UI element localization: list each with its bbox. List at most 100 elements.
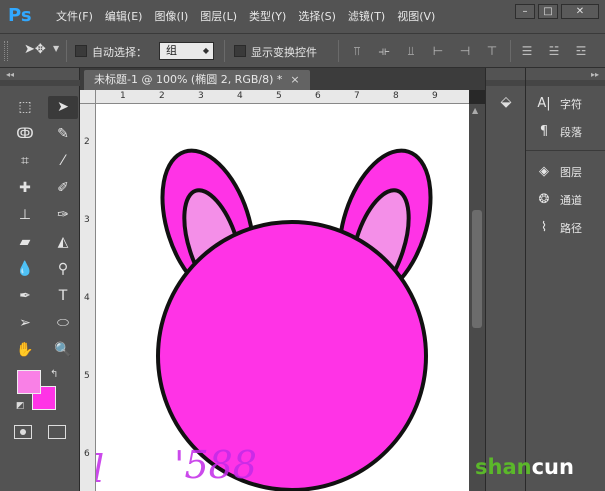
- swap-colors-icon[interactable]: ↰: [50, 369, 58, 380]
- watermark-part: cun: [531, 455, 574, 479]
- document-canvas[interactable]: '588 ll: [96, 104, 469, 491]
- hand-tool-icon[interactable]: ✋: [10, 339, 40, 362]
- panel-paragraph[interactable]: ¶ 段落: [536, 122, 582, 142]
- ruler-label: 6: [315, 91, 321, 101]
- dodge-tool-icon[interactable]: ⚲: [48, 258, 78, 281]
- canvas-scribble: ll: [96, 447, 104, 491]
- ruler-horizontal: 1 2 3 4 5 6 7 8 9: [96, 90, 469, 104]
- ellipse-tool-icon[interactable]: ⬭: [48, 312, 78, 335]
- paint-bucket-tool-icon[interactable]: ◭: [48, 231, 78, 254]
- distribute-top-icon[interactable]: ☰: [520, 44, 534, 58]
- align-right-icon[interactable]: ⊤: [485, 44, 499, 58]
- distribute-bottom-icon[interactable]: ☲: [574, 44, 588, 58]
- ruler-label: 6: [84, 449, 90, 459]
- auto-select-label: 自动选择：: [92, 46, 147, 59]
- ruler-corner[interactable]: [80, 90, 96, 104]
- menu-filter[interactable]: 滤镜(T): [342, 0, 391, 34]
- lasso-tool-icon[interactable]: ↂ: [10, 123, 40, 146]
- ruler-label: 4: [84, 293, 90, 303]
- menu-type[interactable]: 类型(Y): [243, 0, 292, 34]
- screen-mode-icon[interactable]: [48, 425, 66, 439]
- collapsed-panel-dock: ⬙: [485, 68, 526, 491]
- panel-character[interactable]: A| 字符: [536, 94, 582, 114]
- collapse-icon[interactable]: ▸▸: [591, 70, 599, 79]
- move-tool-icon[interactable]: ➤✥: [24, 42, 46, 57]
- options-bar: ➤✥ ▼ 自动选择： 组 ◆ 显示变换控件 ⫪ ⟛ ⫫ ⊢ ⊣ ⊤ ☰ ☱ ☲: [0, 34, 605, 68]
- canvas-text: '588: [174, 443, 257, 487]
- clone-stamp-tool-icon[interactable]: ⊥: [10, 204, 40, 227]
- show-transform-label: 显示变换控件: [251, 46, 317, 59]
- menu-file[interactable]: 文件(F): [50, 0, 99, 34]
- collapse-icon[interactable]: ◂◂: [6, 70, 14, 79]
- document-tab-title: 未标题-1 @ 100% (椭圆 2, RGB/8) *: [94, 73, 283, 86]
- ruler-label: 3: [198, 91, 204, 101]
- panels-dock: ▸▸ A| 字符 ¶ 段落 ◈ 图层 ❂ 通道 ⌇ 路径: [525, 68, 605, 491]
- menu-layer[interactable]: 图层(L): [194, 0, 243, 34]
- panel-header[interactable]: [526, 80, 605, 86]
- align-bottom-icon[interactable]: ⫫: [404, 44, 418, 58]
- history-brush-tool-icon[interactable]: ✑: [48, 204, 78, 227]
- move-tool-icon[interactable]: ➤: [48, 96, 78, 119]
- crop-tool-icon[interactable]: ⌗: [10, 150, 40, 173]
- dropdown-arrow-icon: ◆: [202, 46, 209, 55]
- quick-select-tool-icon[interactable]: ✎: [48, 123, 78, 146]
- panel-label: 通道: [560, 194, 582, 207]
- auto-select-dropdown[interactable]: 组 ◆: [159, 42, 214, 60]
- paragraph-icon: ¶: [539, 124, 549, 139]
- auto-select-checkbox[interactable]: [75, 45, 87, 57]
- vertical-scrollbar[interactable]: ▲: [469, 104, 485, 491]
- blur-tool-icon[interactable]: 💧: [10, 258, 40, 281]
- panel-header[interactable]: [486, 80, 526, 86]
- panel-label: 路径: [560, 222, 582, 235]
- default-colors-icon[interactable]: ◩: [16, 401, 25, 411]
- ruler-label: 3: [84, 215, 90, 225]
- path-select-tool-icon[interactable]: ➢: [10, 312, 40, 335]
- ruler-label: 5: [84, 371, 90, 381]
- scrollbar-thumb[interactable]: [472, 210, 482, 328]
- zoom-tool-icon[interactable]: 🔍: [48, 339, 78, 362]
- menu-bar: Ps 文件(F) 编辑(E) 图像(I) 图层(L) 类型(Y) 选择(S) 滤…: [0, 0, 605, 34]
- healing-brush-tool-icon[interactable]: ✚: [10, 177, 40, 200]
- panel-paths[interactable]: ⌇ 路径: [536, 218, 582, 238]
- brush-tool-icon[interactable]: ✐: [48, 177, 78, 200]
- menu-select[interactable]: 选择(S): [292, 0, 342, 34]
- menu-view[interactable]: 视图(V): [391, 0, 441, 34]
- options-bar-grip[interactable]: [4, 41, 8, 61]
- show-transform-checkbox[interactable]: [234, 45, 246, 57]
- menu-edit[interactable]: 编辑(E): [99, 0, 149, 34]
- close-window-button[interactable]: ✕: [561, 4, 599, 19]
- document-tab[interactable]: 未标题-1 @ 100% (椭圆 2, RGB/8) * ×: [84, 70, 310, 90]
- maximize-button[interactable]: □: [538, 4, 558, 19]
- watermark-logo: shancun: [475, 455, 574, 479]
- history-icon[interactable]: ⬙: [498, 94, 514, 110]
- panel-layers[interactable]: ◈ 图层: [536, 162, 582, 182]
- tools-panel: ◂◂ ⬚ ➤ ↂ ✎ ⌗ ⁄ ✚ ✐ ⊥ ✑ ▰ ◭ 💧 ⚲ ✒ T ➢ ⬭ ✋…: [0, 68, 80, 491]
- distribute-center-icon[interactable]: ☱: [547, 44, 561, 58]
- minimize-button[interactable]: –: [515, 4, 535, 19]
- align-vcenter-icon[interactable]: ⟛: [377, 44, 391, 58]
- channels-icon: ❂: [538, 192, 550, 207]
- align-left-icon[interactable]: ⊢: [431, 44, 445, 58]
- panel-header[interactable]: [0, 80, 80, 86]
- divider: [526, 150, 605, 151]
- align-hcenter-icon[interactable]: ⊣: [458, 44, 472, 58]
- close-tab-icon[interactable]: ×: [290, 73, 299, 86]
- marquee-tool-icon[interactable]: ⬚: [10, 96, 40, 119]
- align-top-icon[interactable]: ⫪: [350, 44, 364, 58]
- eyedropper-tool-icon[interactable]: ⁄: [48, 150, 78, 173]
- type-tool-icon[interactable]: T: [48, 285, 78, 308]
- panel-channels[interactable]: ❂ 通道: [536, 190, 582, 210]
- eraser-tool-icon[interactable]: ▰: [10, 231, 40, 254]
- ruler-label: 8: [393, 91, 399, 101]
- ruler-label: 9: [432, 91, 438, 101]
- photoshop-logo: Ps: [8, 5, 32, 26]
- paths-icon: ⌇: [540, 220, 548, 235]
- quick-mask-icon[interactable]: [14, 425, 32, 439]
- menu-image[interactable]: 图像(I): [148, 0, 194, 34]
- foreground-color-swatch[interactable]: [17, 370, 41, 394]
- chevron-down-icon[interactable]: ▼: [53, 44, 59, 53]
- scroll-up-icon[interactable]: ▲: [472, 106, 478, 115]
- pen-tool-icon[interactable]: ✒: [10, 285, 40, 308]
- ruler-label: 2: [159, 91, 165, 101]
- window-controls: – □ ✕: [515, 4, 599, 19]
